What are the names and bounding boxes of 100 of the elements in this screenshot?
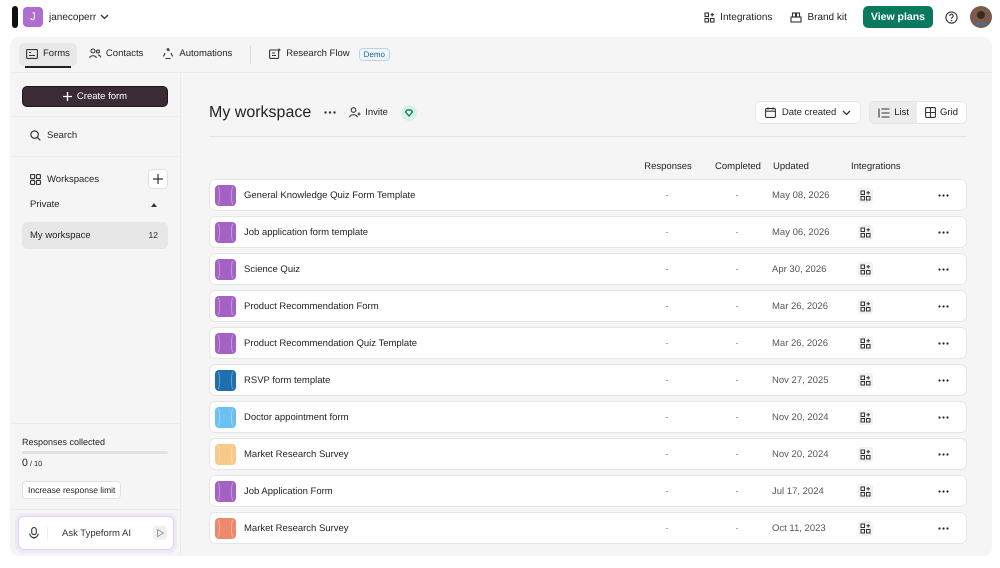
more-icon[interactable] (938, 416, 948, 418)
form-icon (26, 48, 38, 58)
add-person-icon (349, 107, 362, 118)
form-row[interactable]: Market Research Survey - - Oct 11, 2023 (209, 512, 967, 544)
send-icon[interactable] (153, 526, 167, 540)
table-cell-text: - (664, 449, 670, 459)
form-row[interactable]: Market Research Survey - - Nov 20, 2024 (209, 438, 967, 470)
microphone-icon[interactable] (29, 527, 39, 539)
user-avatar[interactable] (970, 6, 992, 28)
view-toggle[interactable]: Grid (917, 102, 966, 123)
form-row[interactable]: Job Application Form - - Jul 17, 2024 (209, 475, 967, 507)
more-icon[interactable] (938, 452, 948, 456)
integrations-icon[interactable] (858, 224, 873, 240)
add-workspace-button[interactable] (148, 169, 168, 189)
table-cell-text: - (734, 227, 740, 237)
create-form-button[interactable]: Create form (22, 86, 168, 107)
form-row[interactable]: Doctor appointment form - - Nov 20, 2024 (209, 401, 967, 433)
account-menu[interactable]: janecoperr (49, 12, 110, 22)
integrations-icon[interactable] (858, 520, 873, 536)
caret-icon (150, 202, 158, 208)
ai-prompt-field[interactable]: Ask Typeform AI (47, 526, 153, 540)
invite-button[interactable]: Invite (349, 107, 388, 118)
updated-date: Mar 26, 2026 (772, 300, 829, 312)
form-name: Science Quiz (244, 264, 300, 274)
tab[interactable]: Forms (19, 43, 77, 66)
table-cell-text: - (664, 264, 670, 274)
form-row[interactable]: Product Recommendation Form - - Mar 26, 2026 (209, 290, 967, 322)
table-cell-text: - (664, 486, 670, 496)
private-group-toggle[interactable]: Private (22, 191, 168, 218)
form-row[interactable]: General Knowledge Quiz Form Template - - May 08, 2026 (209, 179, 967, 211)
calendar-icon (764, 107, 776, 118)
workspace-title: My workspace (209, 104, 312, 122)
table-cell-text: - (734, 486, 740, 496)
logo-icon[interactable] (12, 6, 18, 28)
integrations-icon[interactable] (858, 262, 873, 276)
grid-icon (30, 174, 41, 184)
updated-date: Nov 20, 2024 (772, 448, 830, 460)
updated-date: Oct 11, 2023 (772, 522, 827, 534)
chevron-down-icon (100, 14, 110, 20)
responses-collected-label: Responses collected (22, 437, 106, 447)
grid-icon (925, 107, 936, 118)
more-icon[interactable] (938, 194, 948, 196)
tab[interactable]: Contacts (82, 43, 150, 66)
view-toggle[interactable]: List (870, 102, 918, 123)
integrations-icon[interactable] (858, 188, 873, 202)
form-row[interactable]: Science Quiz - - Apr 30, 2026 (209, 253, 967, 285)
sort-dropdown[interactable]: Date created (754, 101, 862, 124)
more-icon[interactable] (324, 111, 336, 114)
account-avatar[interactable]: J (23, 7, 43, 27)
more-icon[interactable] (938, 526, 948, 530)
column-header: Responses (643, 161, 693, 172)
updated-date: Nov 27, 2025 (772, 374, 830, 386)
table-cell-text: - (734, 412, 740, 422)
updated-date: Apr 30, 2026 (772, 264, 828, 274)
tab[interactable]: Automations (155, 42, 240, 66)
table-cell-text: - (664, 301, 670, 311)
table-cell-text: - (734, 523, 740, 533)
integrations-icon[interactable] (858, 484, 873, 498)
integrations-icon[interactable] (858, 446, 873, 462)
table-cell-text: - (734, 190, 740, 200)
form-row[interactable]: Product Recommendation Quiz Template - - Mar 26, 2026 (209, 327, 967, 359)
updated-date: Jul 17, 2024 (772, 486, 825, 496)
table-cell-text: - (664, 375, 670, 385)
integrations-icon[interactable] (858, 372, 873, 388)
form-row[interactable]: Job application form template - - May 06, 2026 (209, 216, 967, 248)
integrations-icon (704, 12, 716, 22)
column-header: Completed (714, 161, 762, 172)
form-name: RSVP form template (244, 374, 330, 386)
responses-count: 0 (22, 457, 28, 469)
form-name: Product Recommendation Quiz Template (244, 338, 418, 348)
brand-kit-button[interactable]: Brand kit (790, 12, 847, 22)
list-icon (878, 108, 890, 118)
plus-icon (62, 92, 72, 101)
table-cell-text: - (734, 338, 740, 348)
view-plans-button[interactable]: View plans (862, 6, 933, 28)
integrations-icon[interactable] (858, 410, 873, 424)
more-icon[interactable] (938, 268, 948, 270)
form-name: Market Research Survey (244, 448, 349, 460)
more-icon[interactable] (938, 490, 948, 492)
more-icon[interactable] (938, 230, 948, 234)
integrations-icon[interactable] (858, 336, 873, 350)
search-button[interactable]: Search (30, 127, 168, 144)
increase-limit-button[interactable]: Increase response limit (22, 481, 122, 499)
automation-icon (162, 48, 174, 60)
more-icon[interactable] (938, 304, 948, 308)
research-flow-tab[interactable]: Research Flow (262, 43, 357, 66)
form-name: Doctor appointment form (244, 412, 349, 422)
diamond-badge-icon[interactable] (400, 104, 417, 120)
table-cell-text: - (664, 338, 670, 348)
help-icon[interactable] (945, 10, 958, 24)
workspace-item[interactable]: My workspace 12 (22, 222, 168, 249)
form-row[interactable]: RSVP form template - - Nov 27, 2025 (209, 364, 967, 396)
more-icon[interactable] (938, 342, 948, 344)
updated-date: May 08, 2026 (772, 190, 831, 200)
column-header: Updated (773, 161, 810, 172)
ai-prompt-bar[interactable]: Ask Typeform AI (18, 516, 174, 550)
integrations-button[interactable]: Integrations (704, 12, 772, 22)
integrations-icon[interactable] (858, 298, 873, 314)
more-icon[interactable] (938, 378, 948, 382)
column-header: Integrations (851, 161, 902, 172)
